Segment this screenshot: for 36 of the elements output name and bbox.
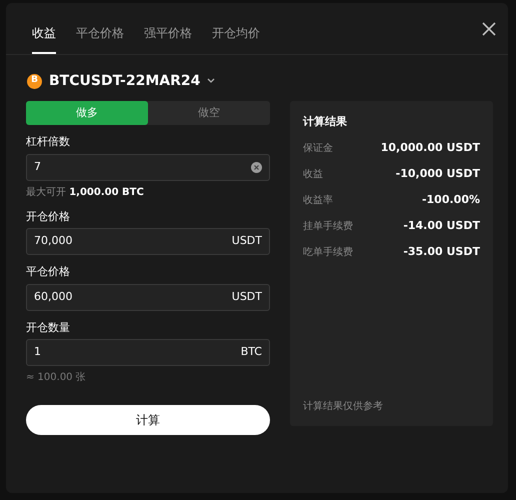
quantity-hint: ≈ 100.00 张: [26, 370, 87, 385]
result-label: 收益: [303, 168, 323, 182]
caret-icon[interactable]: [207, 78, 216, 84]
calculate-button[interactable]: 计算: [26, 405, 270, 435]
tab[interactable]: 平仓价格: [76, 24, 124, 54]
clear-icon[interactable]: [251, 162, 262, 172]
unit-label: USDT: [232, 233, 262, 250]
input-field[interactable]: 60,000 USDT: [26, 284, 270, 310]
leverage-field[interactable]: 7: [26, 154, 270, 180]
result-value: -35.00 USDT: [403, 244, 480, 260]
results-note: 计算结果仅供参考: [303, 400, 384, 414]
result-value: -14.00 USDT: [403, 218, 480, 234]
tab[interactable]: 收益: [32, 24, 56, 54]
unit-label: BTC: [240, 344, 262, 360]
result-label: 挂单手续费: [303, 220, 353, 234]
tab[interactable]: 开仓均价: [212, 24, 260, 54]
input-field[interactable]: 70,000 USDT: [26, 228, 270, 255]
side-option[interactable]: 做空: [148, 101, 270, 125]
unit-label: USDT: [232, 288, 262, 305]
field-label: 开仓数量: [26, 320, 71, 336]
result-value: -100.00%: [422, 192, 480, 208]
input-field[interactable]: 1 BTC: [26, 339, 270, 366]
result-value: -10,000 USDT: [396, 166, 480, 182]
field-label: 平仓价格: [26, 264, 71, 280]
result-label: 保证金: [303, 142, 333, 156]
tab[interactable]: 强平价格: [144, 24, 192, 54]
result-value: 10,000.00 USDT: [380, 140, 480, 156]
results-title: 计算结果: [303, 114, 348, 130]
close-icon[interactable]: [482, 22, 496, 36]
max-open-text: 最大可开 1,000.00 BTC: [26, 186, 145, 200]
symbol-name[interactable]: BTCUSDT-22MAR24: [49, 70, 200, 92]
result-label: 收益率: [303, 194, 333, 208]
field-label: 杠杆倍数: [26, 134, 71, 150]
result-label: 吃单手续费: [303, 246, 353, 260]
field-label: 开仓价格: [26, 208, 71, 224]
coin-icon: B: [27, 74, 42, 88]
